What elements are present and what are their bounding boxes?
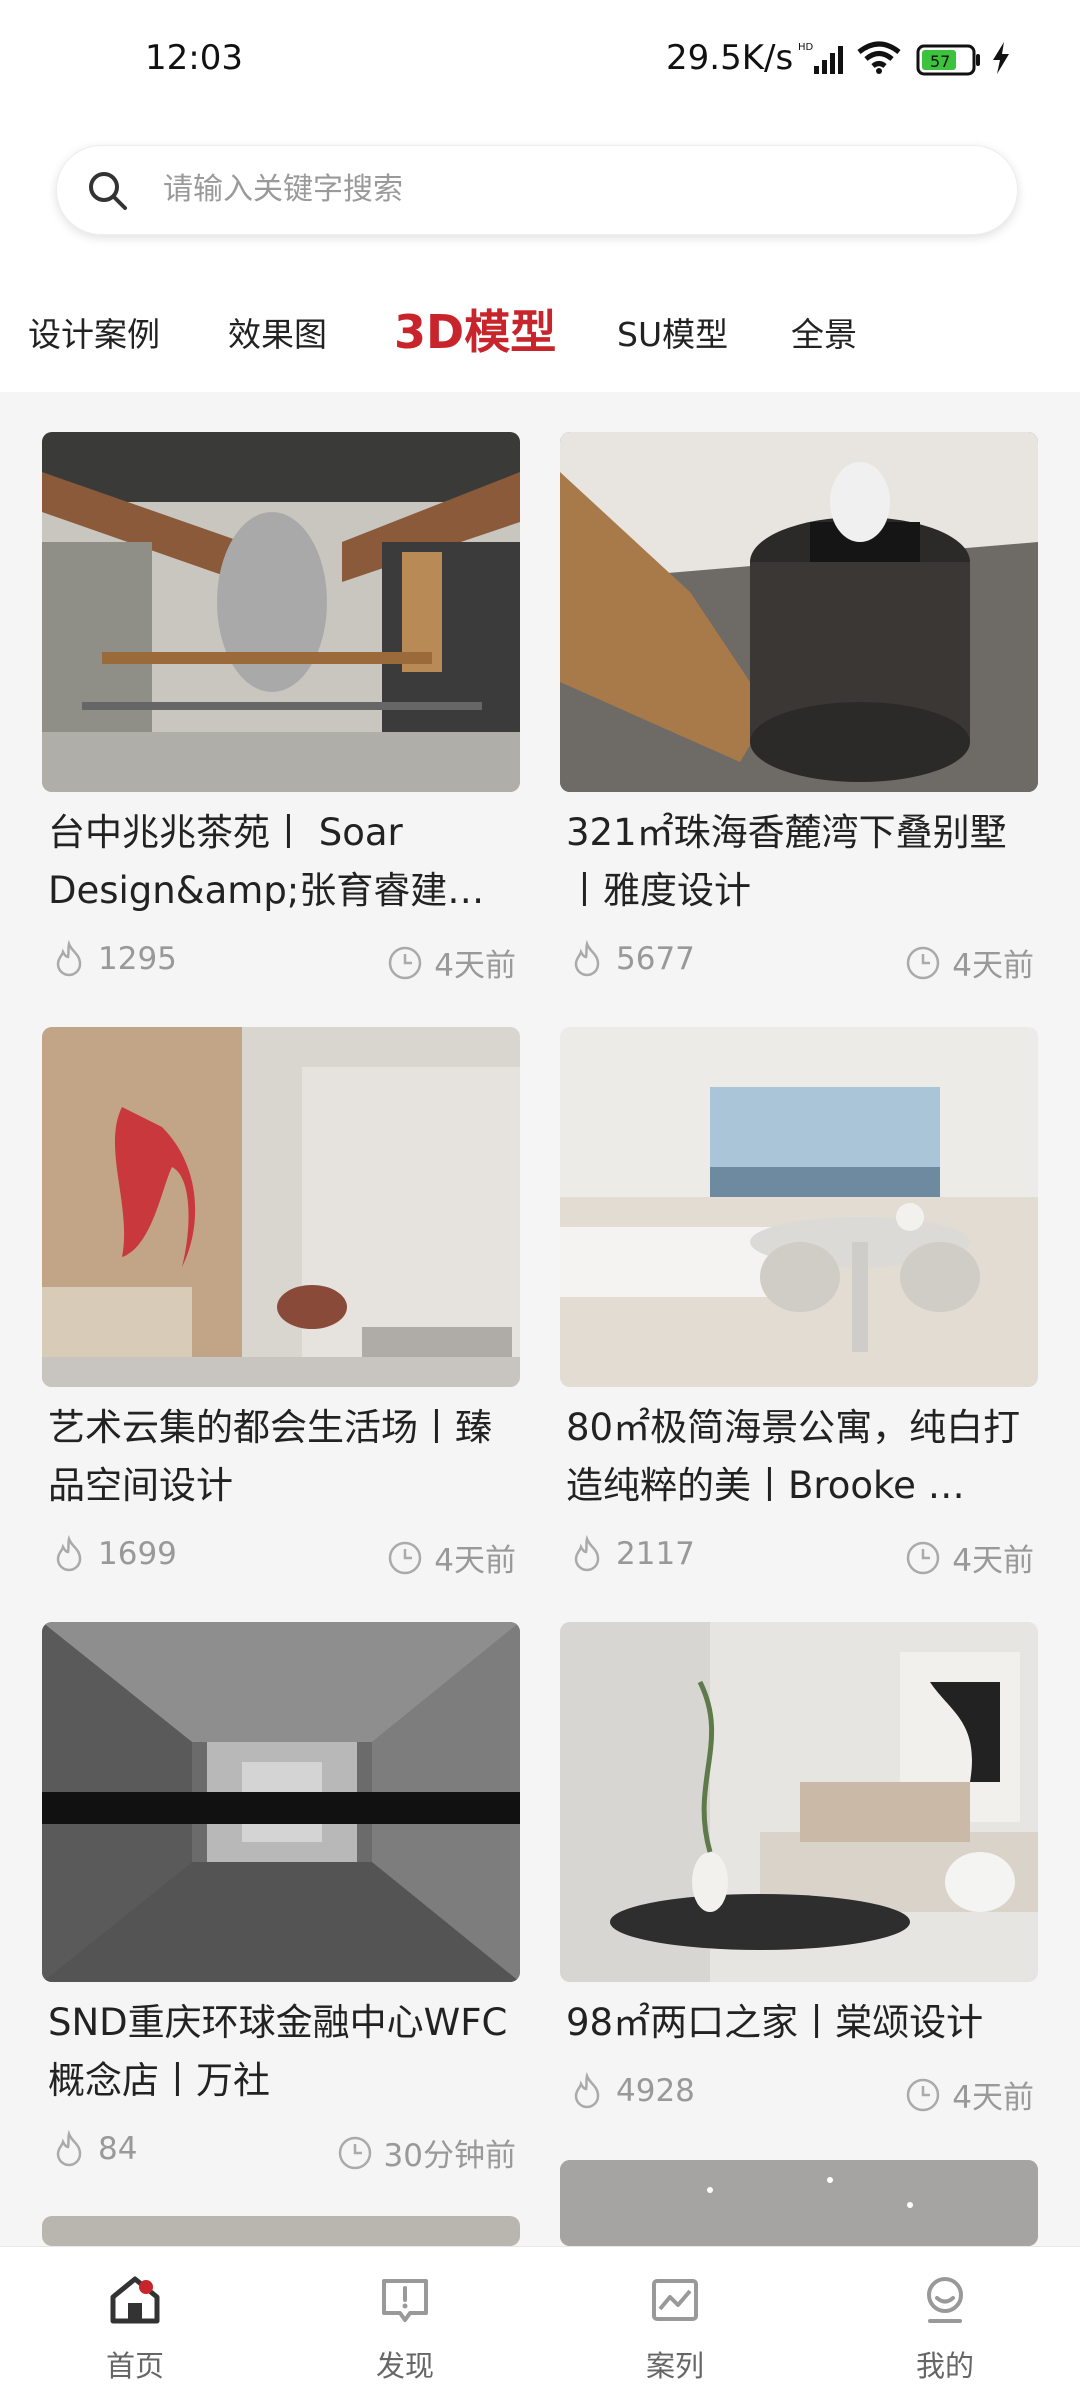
network-speed: 29.5K/s xyxy=(666,38,794,78)
project-card[interactable]: 98㎡两口之家丨棠颂设计 4928 4天前 xyxy=(560,1622,1038,2116)
post-time: 4天前 xyxy=(386,1535,516,1580)
post-time: 4天前 xyxy=(904,940,1034,985)
battery-icon: 57 xyxy=(916,44,980,76)
nav-profile[interactable]: 我的 xyxy=(810,2247,1080,2400)
view-count: 2117 xyxy=(568,1535,695,1573)
charging-icon xyxy=(993,42,1009,74)
svg-text:HD: HD xyxy=(798,42,814,53)
project-thumbnail[interactable] xyxy=(42,1027,520,1387)
header: 12:03 29.5K/s HD 57 请输入关键字搜索 设计案例 效果图 3D… xyxy=(0,0,1080,392)
project-thumbnail[interactable] xyxy=(560,1027,1038,1387)
bottom-nav: 首页 发现 案列 我的 xyxy=(0,2246,1080,2400)
clock-icon xyxy=(389,1541,422,1574)
project-card[interactable] xyxy=(560,2160,1038,2246)
project-title[interactable]: SND重庆环球金融中心WFC 概念店丨万社 xyxy=(48,1994,516,2110)
home-icon xyxy=(110,2276,160,2324)
nav-home[interactable]: 首页 xyxy=(0,2247,270,2400)
nav-label: 发现 xyxy=(375,2349,434,2383)
view-count-value: 84 xyxy=(98,2131,138,2167)
signal-icon: HD xyxy=(798,42,843,74)
fire-icon xyxy=(56,1535,82,1572)
post-time-value: 4天前 xyxy=(952,2080,1034,2116)
tab-renderings[interactable]: 效果图 xyxy=(228,308,327,356)
wifi-icon xyxy=(857,41,901,74)
nav-label: 我的 xyxy=(915,2349,974,2383)
clock-icon xyxy=(907,2078,940,2111)
project-thumbnail[interactable] xyxy=(560,1622,1038,1982)
project-thumbnail[interactable] xyxy=(42,432,520,792)
discover-icon xyxy=(382,2279,428,2322)
project-card[interactable]: 台中兆兆茶苑丨 Soar Design&amp;张育睿建… 1295 4天前 xyxy=(42,432,520,984)
view-count: 1295 xyxy=(50,940,177,978)
post-time-value: 4天前 xyxy=(952,948,1034,984)
view-count-value: 4928 xyxy=(616,2073,695,2109)
view-count-value: 5677 xyxy=(616,941,695,977)
project-title[interactable]: 98㎡两口之家丨棠颂设计 xyxy=(566,1994,1034,2052)
tab-3d-models[interactable]: 3D模型 xyxy=(394,296,556,362)
project-thumbnail[interactable] xyxy=(560,2160,1038,2246)
search-bar[interactable] xyxy=(56,145,1018,235)
battery-level: 57 xyxy=(930,52,950,71)
nav-cases[interactable]: 案列 xyxy=(540,2247,810,2400)
post-time: 4天前 xyxy=(904,1535,1034,1580)
project-thumbnail[interactable] xyxy=(42,1622,520,1982)
project-card[interactable]: SND重庆环球金融中心WFC 概念店丨万社 84 30分钟前 xyxy=(42,1622,520,2174)
view-count-value: 2117 xyxy=(616,1536,695,1572)
case-icon xyxy=(652,2279,698,2321)
clock-icon xyxy=(907,1541,940,1574)
project-title[interactable]: 艺术云集的都会生活场丨臻品空间设计 xyxy=(48,1399,516,1515)
view-count-value: 1699 xyxy=(98,1536,177,1572)
tab-su-models[interactable]: SU模型 xyxy=(617,308,728,356)
search-input[interactable] xyxy=(163,172,983,207)
post-time-value: 4天前 xyxy=(952,1543,1034,1579)
post-time: 30分钟前 xyxy=(336,2130,516,2175)
profile-icon xyxy=(927,2277,963,2323)
post-time-value: 30分钟前 xyxy=(383,2138,516,2174)
post-time-value: 4天前 xyxy=(434,948,516,984)
tab-design-cases[interactable]: 设计案例 xyxy=(28,308,160,356)
status-time: 12:03 xyxy=(145,38,243,78)
clock-icon xyxy=(389,946,422,979)
clock-icon xyxy=(338,2136,371,2169)
project-title[interactable]: 台中兆兆茶苑丨 Soar Design&amp;张育睿建… xyxy=(48,804,516,920)
project-card[interactable]: 321㎡珠海香麓湾下叠别墅丨雅度设计 5677 4天前 xyxy=(560,432,1038,984)
status-bar: 12:03 29.5K/s HD 57 xyxy=(0,0,1080,120)
view-count-value: 1295 xyxy=(98,941,177,977)
nav-discover[interactable]: 发现 xyxy=(270,2247,540,2400)
post-time: 4天前 xyxy=(386,940,516,985)
fire-icon xyxy=(574,2072,600,2109)
project-card[interactable] xyxy=(42,2216,520,2246)
project-thumbnail[interactable] xyxy=(42,2216,520,2246)
nav-label: 首页 xyxy=(105,2349,164,2383)
post-time-value: 4天前 xyxy=(434,1543,516,1579)
view-count: 5677 xyxy=(568,940,695,978)
nav-label: 案列 xyxy=(645,2349,704,2383)
project-card[interactable]: 艺术云集的都会生活场丨臻品空间设计 1699 4天前 xyxy=(42,1027,520,1579)
fire-icon xyxy=(56,940,82,977)
project-card[interactable]: 80㎡极简海景公寓，纯白打造纯粹的美丨Brooke … 2117 4天前 xyxy=(560,1027,1038,1579)
fire-icon xyxy=(574,1535,600,1572)
fire-icon xyxy=(574,940,600,977)
tab-panorama[interactable]: 全景 xyxy=(791,308,857,356)
view-count: 1699 xyxy=(50,1535,177,1573)
search-icon xyxy=(89,172,127,210)
project-title[interactable]: 321㎡珠海香麓湾下叠别墅丨雅度设计 xyxy=(566,804,1034,920)
clock-icon xyxy=(907,946,940,979)
view-count: 84 xyxy=(50,2130,137,2168)
view-count: 4928 xyxy=(568,2072,695,2110)
project-title[interactable]: 80㎡极简海景公寓，纯白打造纯粹的美丨Brooke … xyxy=(566,1399,1034,1515)
fire-icon xyxy=(56,2130,82,2167)
project-thumbnail[interactable] xyxy=(560,432,1038,792)
category-tabs: 设计案例 效果图 3D模型 SU模型 全景 xyxy=(0,296,1080,366)
post-time: 4天前 xyxy=(904,2072,1034,2117)
